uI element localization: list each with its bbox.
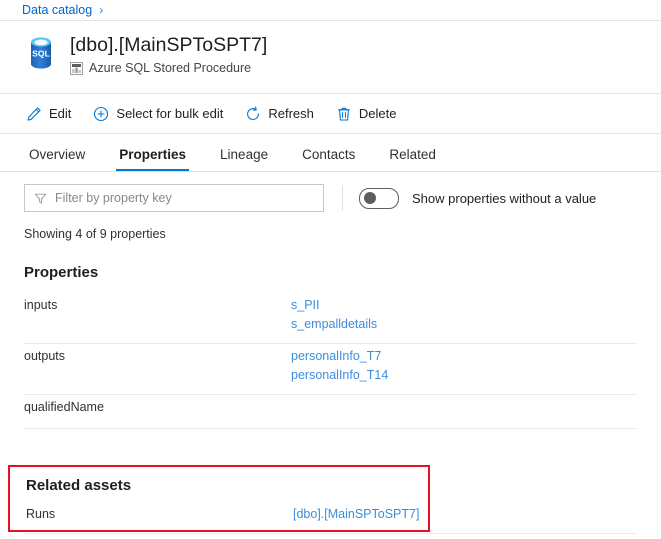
property-key: inputs bbox=[24, 298, 58, 312]
edit-button-label: Edit bbox=[49, 106, 72, 121]
table-row: qualifiedName bbox=[24, 395, 637, 429]
refresh-icon bbox=[245, 106, 261, 122]
properties-section: Properties inputs s_PII s_empalldetails … bbox=[0, 264, 661, 429]
page-title: [dbo].[MainSPToSPT7] bbox=[70, 34, 268, 56]
chevron-right-icon: › bbox=[99, 3, 104, 17]
show-empty-properties-toggle-group: Show properties without a value bbox=[359, 187, 597, 209]
related-asset-link[interactable]: [dbo].[MainSPToSPT7] bbox=[293, 505, 419, 524]
property-key: outputs bbox=[24, 349, 66, 363]
trash-icon bbox=[336, 106, 352, 122]
related-assets-section: Related assets Runs [dbo].[MainSPToSPT7] bbox=[8, 465, 430, 532]
show-empty-properties-toggle[interactable] bbox=[359, 187, 399, 209]
funnel-icon bbox=[34, 192, 47, 205]
azure-sql-database-icon: SQL bbox=[22, 34, 60, 72]
tab-bar: Overview Properties Lineage Contacts Rel… bbox=[0, 134, 661, 172]
property-value-link[interactable]: personalInfo_T7 bbox=[291, 347, 381, 366]
property-key: qualifiedName bbox=[24, 400, 104, 414]
plus-circle-icon bbox=[93, 106, 109, 122]
table-row: outputs personalInfo_T7 personalInfo_T14 bbox=[24, 344, 637, 395]
tab-contacts[interactable]: Contacts bbox=[299, 147, 358, 171]
refresh-button[interactable]: Refresh bbox=[245, 106, 314, 122]
tab-related[interactable]: Related bbox=[386, 147, 439, 171]
table-row: Runs [dbo].[MainSPToSPT7] bbox=[26, 505, 419, 524]
properties-heading: Properties bbox=[24, 264, 99, 281]
related-assets-heading: Related assets bbox=[26, 477, 132, 494]
divider bbox=[24, 533, 637, 534]
select-for-bulk-edit-label: Select for bulk edit bbox=[116, 106, 224, 121]
refresh-button-label: Refresh bbox=[268, 106, 314, 121]
filter-row: Show properties without a value bbox=[0, 172, 661, 212]
table-row: inputs s_PII s_empalldetails bbox=[24, 293, 637, 344]
property-value-link[interactable]: personalInfo_T14 bbox=[291, 366, 388, 385]
tab-properties[interactable]: Properties bbox=[116, 147, 189, 171]
property-value-link[interactable]: s_empalldetails bbox=[291, 315, 377, 334]
pencil-icon bbox=[26, 106, 42, 122]
select-for-bulk-edit-button[interactable]: Select for bulk edit bbox=[93, 106, 223, 122]
related-asset-key: Runs bbox=[26, 507, 56, 521]
property-values: s_PII s_empalldetails bbox=[291, 296, 377, 334]
property-values: personalInfo_T7 personalInfo_T14 bbox=[291, 347, 388, 385]
property-value-link[interactable]: s_PII bbox=[291, 296, 320, 315]
breadcrumb-item-data-catalog[interactable]: Data catalog bbox=[22, 3, 92, 17]
showing-count-text: Showing 4 of 9 properties bbox=[24, 227, 166, 241]
tab-lineage[interactable]: Lineage bbox=[217, 147, 271, 171]
edit-button[interactable]: Edit bbox=[26, 106, 71, 122]
tab-overview[interactable]: Overview bbox=[26, 147, 88, 171]
delete-button[interactable]: Delete bbox=[336, 106, 397, 122]
show-empty-properties-label: Show properties without a value bbox=[412, 190, 597, 206]
filter-input-container[interactable] bbox=[24, 184, 324, 212]
asset-subtitle-row: Azure SQL Stored Procedure bbox=[70, 61, 267, 75]
delete-button-label: Delete bbox=[358, 106, 397, 121]
svg-text:SQL: SQL bbox=[32, 49, 50, 59]
asset-subtitle: Azure SQL Stored Procedure bbox=[89, 61, 252, 75]
asset-header: SQL [dbo].[MainSPToSPT7] Azure SQL Store… bbox=[0, 21, 661, 94]
asset-type-icon bbox=[70, 61, 83, 75]
divider bbox=[342, 185, 343, 211]
search-input[interactable] bbox=[55, 191, 305, 205]
breadcrumb: Data catalog › bbox=[0, 0, 661, 21]
command-bar: Edit Select for bulk edit Refresh Delete bbox=[0, 94, 661, 134]
toggle-knob bbox=[364, 191, 376, 204]
